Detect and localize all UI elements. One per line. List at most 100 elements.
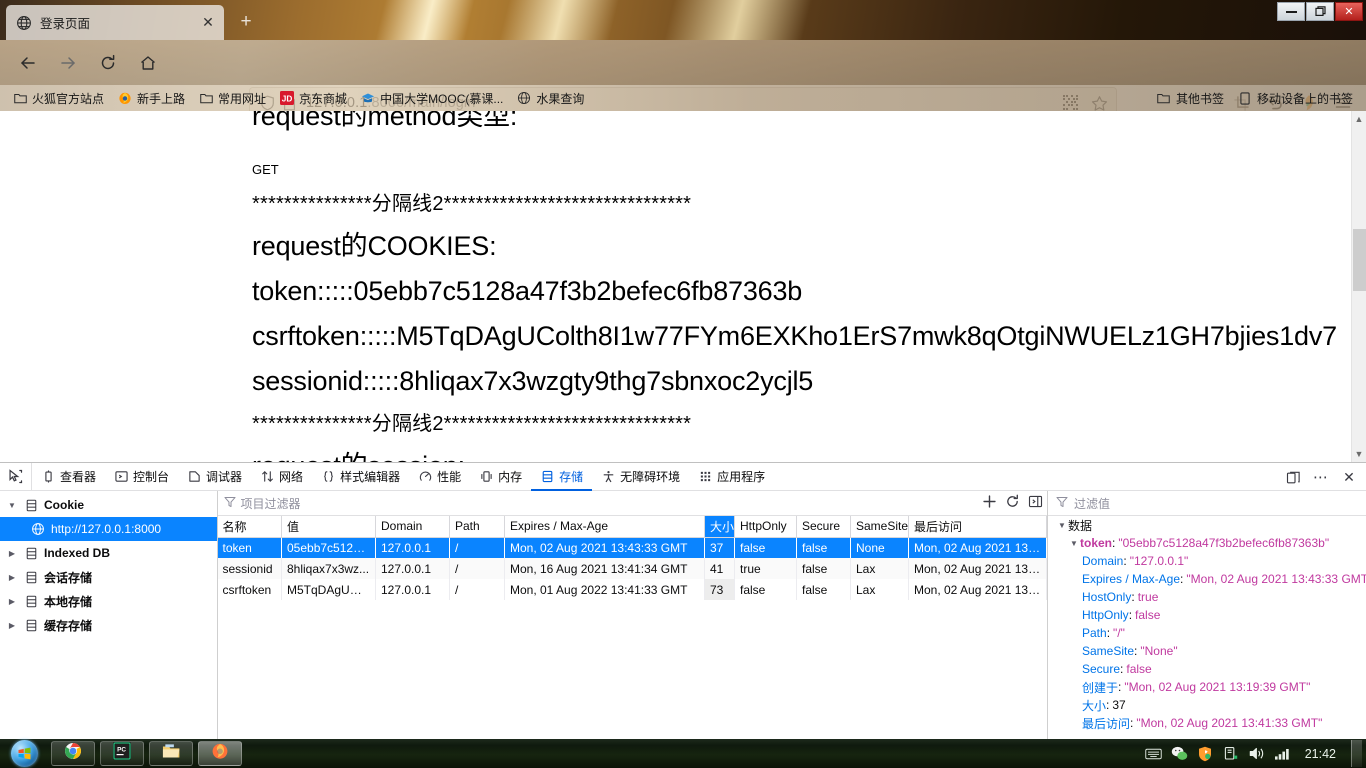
page-line: ***************分隔线2*********************… [252,413,692,435]
col-header-domain[interactable]: Domain [375,516,450,538]
refresh-icon[interactable] [1005,494,1020,512]
add-item-icon[interactable] [982,494,997,512]
detail-prop-value: "/" [1113,626,1125,640]
cell-domain: 127.0.0.1 [375,537,450,558]
file-explorer-icon [162,743,181,765]
bookmark-item[interactable]: JD 京东商城 [273,88,354,109]
new-tab-button[interactable]: + [234,10,258,34]
bookmark-item[interactable]: 常用网址 [192,88,273,109]
detail-prop-value: 37 [1112,698,1126,712]
keyboard-ime-icon[interactable] [1145,745,1162,762]
detail-item-node[interactable]: ▼ token: "05ebb7c5128a47f3b2befec6fb8736… [1048,534,1366,552]
chevron-right-icon[interactable]: ▶ [6,549,18,558]
col-header-expires[interactable]: Expires / Max-Age [504,516,705,538]
cell-path: / [449,537,505,558]
cell-value: 8hliqax7x3wz... [281,558,376,579]
chevron-right-icon[interactable]: ▶ [6,573,18,582]
storage-node-session-storage[interactable]: ▶ 会话存储 [0,565,217,589]
taskbar-chrome-button[interactable] [51,741,95,766]
tab-accessibility[interactable]: 无障碍环境 [592,463,689,491]
page-content: request的method类型: GET ***************分隔线… [0,111,1366,462]
storage-node-origin[interactable]: http://127.0.0.1:8000 [0,517,217,541]
tab-network[interactable]: 网络 [251,463,312,491]
taskbar-pycharm-button[interactable]: PC [100,741,144,766]
tab-debugger[interactable]: 调试器 [178,463,251,491]
bookmark-item[interactable]: 水果查询 [510,88,591,109]
chevron-down-icon[interactable]: ▼ [1056,521,1068,530]
col-header-secure[interactable]: Secure [796,516,851,538]
col-header-name[interactable]: 名称 [217,516,282,538]
page-vertical-scrollbar[interactable]: ▲ ▼ [1351,111,1366,462]
storage-node-cookie[interactable]: ▼ Cookie [0,493,217,517]
tab-application[interactable]: 应用程序 [689,463,774,491]
wechat-icon[interactable] [1171,745,1188,762]
storage-node-indexed-db[interactable]: ▶ Indexed DB [0,541,217,565]
window-close-button[interactable]: ✕ [1335,2,1363,21]
tab-style-editor[interactable]: 样式编辑器 [312,463,409,491]
bookmark-item[interactable]: 火狐官方站点 [6,88,111,109]
scroll-down-arrow-icon[interactable]: ▼ [1352,446,1366,462]
start-button[interactable] [2,740,46,767]
col-header-last-accessed[interactable]: 最后访问 [908,516,1047,538]
taskbar-explorer-button[interactable] [149,741,193,766]
col-header-samesite[interactable]: SameSite [850,516,909,538]
network-signal-icon[interactable] [1274,745,1292,762]
tab-console[interactable]: 控制台 [105,463,178,491]
firefox-icon [118,91,132,105]
element-picker-icon[interactable] [0,462,32,491]
mobile-bookmarks-button[interactable]: 移动设备上的书签 [1231,88,1360,109]
col-header-path[interactable]: Path [449,516,505,538]
browser-title-bar: 登录页面 ✕ + ✕ [0,0,1366,40]
taskbar-firefox-button[interactable] [198,741,242,766]
storage-node-label: Indexed DB [44,546,111,560]
forward-button[interactable] [52,47,84,79]
detail-root-node[interactable]: ▼ 数据 [1048,516,1366,534]
usb-eject-icon[interactable] [1223,745,1240,762]
table-row[interactable]: token 05ebb7c5128a... 127.0.0.1 / Mon, 0… [217,537,1047,558]
chevron-right-icon[interactable]: ▶ [6,597,18,606]
detail-prop-key: Path [1082,626,1107,640]
col-header-value[interactable]: 值 [281,516,376,538]
table-row[interactable]: csrftoken M5TqDAgUCo... 127.0.0.1 / Mon,… [217,579,1047,600]
chevron-right-icon[interactable]: ▶ [6,621,18,630]
dock-layout-icon[interactable] [1280,465,1306,489]
storage-node-cache-storage[interactable]: ▶ 缓存存储 [0,613,217,637]
scrollbar-thumb[interactable] [1353,229,1366,291]
home-button[interactable] [132,47,164,79]
window-maximize-button[interactable] [1306,2,1334,21]
item-filter-input[interactable]: 项目过滤器 [241,495,301,512]
storage-node-local-storage[interactable]: ▶ 本地存储 [0,589,217,613]
chevron-down-icon[interactable]: ▼ [6,501,18,510]
tab-title: 登录页面 [40,17,91,31]
database-icon [23,619,39,632]
close-icon[interactable]: ✕ [1336,465,1362,489]
tab-memory[interactable]: 内存 [470,463,531,491]
col-header-httponly[interactable]: HttpOnly [734,516,797,538]
window-minimize-button[interactable] [1277,2,1305,21]
browser-tab[interactable]: 登录页面 ✕ [6,5,224,40]
reload-button[interactable] [92,47,124,79]
bookmark-item[interactable]: 中国大学MOOC(慕课... [354,88,510,109]
value-filter-input[interactable]: 过滤值 [1074,495,1110,512]
other-bookmarks-button[interactable]: 其他书签 [1150,88,1231,109]
mooc-icon [361,91,375,105]
back-button[interactable] [12,47,44,79]
tab-label: 性能 [437,470,462,484]
chevron-down-icon[interactable]: ▼ [1068,539,1080,548]
meatball-menu-icon[interactable]: ⋯ [1308,465,1334,489]
table-row[interactable]: sessionid 8hliqax7x3wz... 127.0.0.1 / Mo… [217,558,1047,579]
taskbar-clock[interactable]: 21:42 [1305,747,1336,761]
browser-nav-bar: 127.0.0.1:8000/main/login [0,40,1366,118]
bookmark-item[interactable]: 新手上路 [111,88,192,109]
360-shield-icon[interactable] [1197,745,1214,762]
tab-inspector[interactable]: 查看器 [32,463,105,491]
scroll-up-arrow-icon[interactable]: ▲ [1352,111,1366,127]
tab-storage[interactable]: 存储 [531,463,592,491]
sidebar-toggle-icon[interactable] [1028,494,1043,512]
cell-size: 73 [704,579,735,600]
tab-close-icon[interactable]: ✕ [198,13,218,33]
col-header-size[interactable]: 大小 [704,516,735,538]
volume-icon[interactable] [1249,745,1266,762]
show-desktop-button[interactable] [1351,740,1362,767]
tab-performance[interactable]: 性能 [409,463,470,491]
